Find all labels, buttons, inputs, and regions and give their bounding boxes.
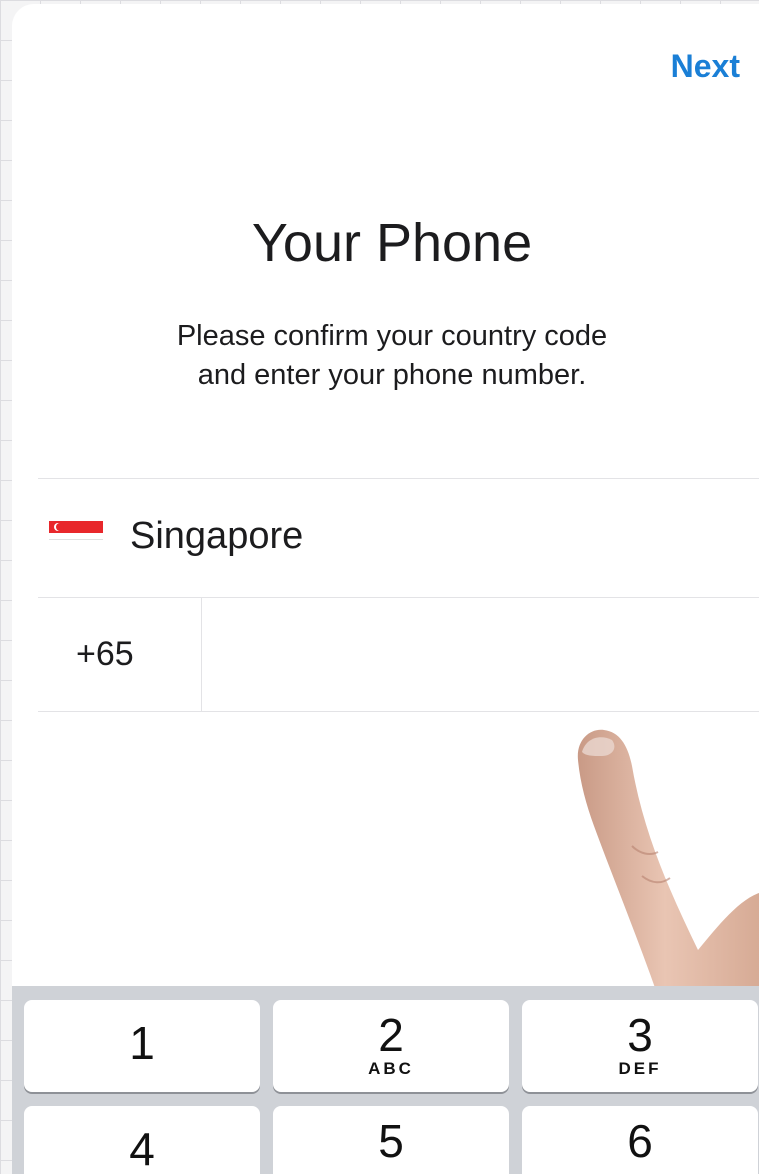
app-screen: Next Your Phone Please confirm your coun… bbox=[12, 4, 759, 1174]
country-code-field[interactable]: +65 bbox=[76, 635, 134, 674]
key-4-digit: 4 bbox=[129, 1123, 155, 1174]
key-4[interactable]: 4 bbox=[24, 1106, 260, 1174]
key-1[interactable]: 1 bbox=[24, 1000, 260, 1092]
subtitle-line-1: Please confirm your country code bbox=[176, 320, 608, 352]
subtitle-line-2: and enter your phone number. bbox=[197, 359, 587, 391]
numeric-keypad: 1 2 ABC 3 DEF 4 5 6 bbox=[12, 986, 759, 1174]
page-title: Your Phone bbox=[251, 213, 533, 273]
flag-crescent-cut bbox=[56, 523, 64, 531]
country-selector[interactable]: Singapore bbox=[38, 478, 759, 598]
key-2-letters: ABC bbox=[368, 1059, 414, 1078]
key-6[interactable]: 6 bbox=[522, 1106, 758, 1174]
flag-white-band bbox=[49, 533, 103, 540]
key-1-digit: 1 bbox=[129, 1017, 155, 1069]
field-divider bbox=[201, 597, 202, 711]
page-subtitle: Please confirm your country code and ent… bbox=[12, 317, 759, 395]
phone-number-input[interactable] bbox=[214, 617, 758, 693]
country-name: Singapore bbox=[130, 515, 304, 557]
key-6-digit: 6 bbox=[627, 1115, 653, 1167]
key-2[interactable]: 2 ABC bbox=[273, 1000, 509, 1092]
key-5-digit: 5 bbox=[378, 1115, 404, 1167]
key-5[interactable]: 5 bbox=[273, 1106, 509, 1174]
next-button[interactable]: Next bbox=[671, 48, 740, 85]
key-3[interactable]: 3 DEF bbox=[522, 1000, 758, 1092]
key-2-digit: 2 bbox=[378, 1009, 404, 1061]
singapore-flag-icon bbox=[49, 521, 103, 540]
key-3-letters: DEF bbox=[618, 1059, 662, 1078]
key-3-digit: 3 bbox=[627, 1009, 653, 1061]
phone-number-row: +65 bbox=[38, 597, 759, 712]
